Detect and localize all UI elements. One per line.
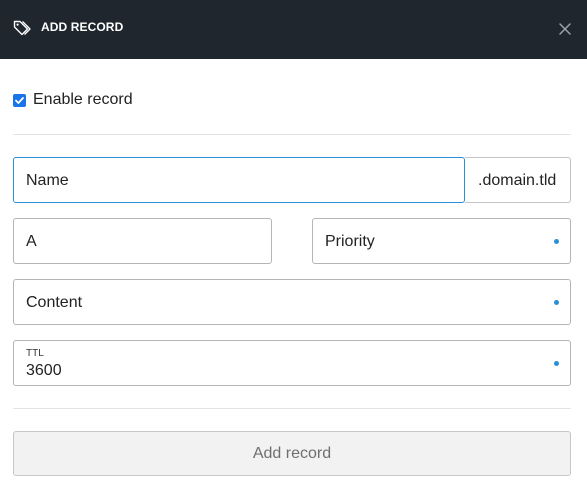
record-type-field[interactable]: A (13, 218, 272, 264)
ttl-value: 3600 (26, 362, 62, 379)
priority-placeholder: Priority (325, 233, 375, 250)
domain-suffix-text: .domain.tld (478, 172, 557, 189)
required-indicator-icon (554, 239, 559, 244)
record-type-value: A (26, 233, 37, 250)
content-field[interactable]: Content (13, 279, 571, 325)
name-placeholder: Name (26, 172, 69, 189)
enable-record-label: Enable record (33, 91, 133, 108)
add-record-button[interactable]: Add record (13, 431, 571, 476)
divider (13, 134, 571, 135)
enable-record-row[interactable]: Enable record (13, 90, 133, 110)
enable-record-checkbox[interactable] (13, 93, 26, 107)
tag-icon (12, 18, 32, 38)
priority-field[interactable]: Priority (312, 218, 571, 264)
ttl-label: TTL (26, 348, 44, 359)
required-indicator-icon (554, 361, 559, 366)
required-indicator-icon (554, 300, 559, 305)
dialog-title: ADD RECORD (41, 20, 124, 34)
dialog-header: ADD RECORD (0, 0, 587, 59)
ttl-field[interactable]: TTL 3600 (13, 340, 571, 386)
content-placeholder: Content (26, 294, 83, 311)
domain-suffix: .domain.tld (465, 157, 571, 203)
name-field[interactable]: Name (13, 157, 465, 203)
close-icon[interactable] (555, 19, 575, 39)
add-record-dialog: ADD RECORD Enable record Name .domain.tl… (0, 0, 587, 495)
divider (13, 408, 571, 409)
checkmark-icon (15, 96, 24, 104)
